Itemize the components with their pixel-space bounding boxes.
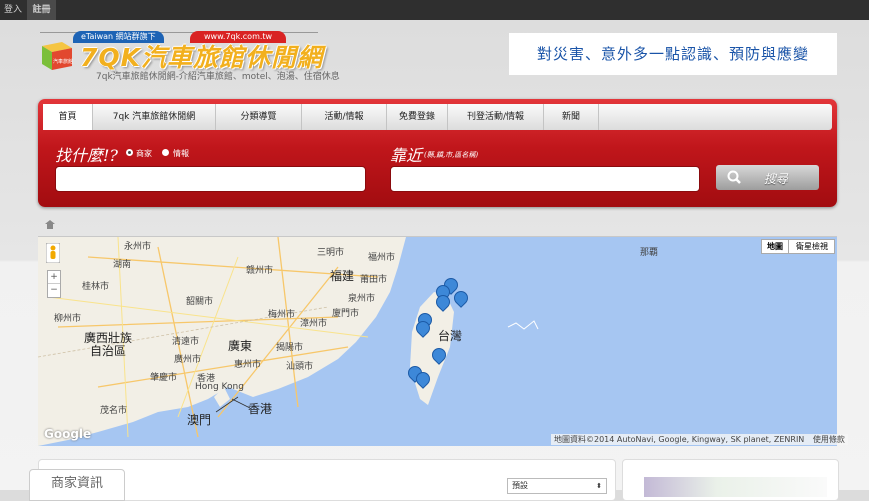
- logo-box-text: 汽車旅館: [53, 59, 74, 65]
- pegman-icon[interactable]: [45, 242, 61, 267]
- radio-shop-label: 商家: [136, 149, 152, 158]
- radio-info[interactable]: [162, 149, 169, 156]
- register-link[interactable]: 註冊: [27, 0, 56, 20]
- map-label-jieyang: 揭陽市: [276, 343, 304, 353]
- sort-select[interactable]: 預設 ⬍: [507, 478, 607, 494]
- map-label-xianggang: 香港: [248, 402, 273, 416]
- map-label-ganzhou: 赣州市: [246, 266, 274, 276]
- logo-icon[interactable]: 汽車旅館: [40, 34, 74, 72]
- radio-info-label: 情報: [173, 149, 189, 158]
- main-nav: 首頁 7qk 汽車旅館休閒網 分類導覽 活動/情報 免費登錄 刊登活動/情報 新…: [43, 104, 832, 130]
- map-label-hongkong: Hong Kong: [195, 382, 244, 392]
- map-label-yongzhou: 永州市: [124, 242, 152, 252]
- tab-shop-info[interactable]: 商家資訊: [29, 469, 125, 501]
- search-near-hint: (縣,鎮,市,區名稱): [424, 151, 479, 159]
- map-type-map-button[interactable]: 地圖: [762, 240, 789, 253]
- map-label-shaoguan: 韶關市: [186, 297, 214, 307]
- map-label-hunan: 湖南: [113, 260, 132, 270]
- nav-events[interactable]: 活動/情報: [302, 104, 387, 130]
- nav-7qk[interactable]: 7qk 汽車旅館休閒網: [93, 104, 216, 130]
- nav-news[interactable]: 新聞: [544, 104, 599, 130]
- map-label-shantou: 汕頭市: [286, 362, 314, 372]
- sort-select-value: 預設: [512, 481, 528, 490]
- map-type-control: 地圖 衛星檢視: [761, 239, 835, 254]
- map[interactable]: 永州市 湖南 赣州市 三明市 福州市 福建 莆田市 泉州市 韶關市 桂林市 廈門…: [38, 236, 837, 446]
- map-label-quanzhou: 泉州市: [348, 294, 376, 304]
- map-terms-link[interactable]: 使用條款: [813, 435, 845, 444]
- home-icon[interactable]: [45, 214, 55, 233]
- google-logo[interactable]: Google: [44, 427, 91, 441]
- chevron-updown-icon: ⬍: [596, 482, 602, 490]
- map-label-naha: 那覇: [640, 248, 659, 258]
- map-attribution: 地圖資料©2014 AutoNavi, Google, Kingway, SK …: [551, 434, 848, 445]
- map-label-taiwan: 台灣: [438, 329, 463, 343]
- login-link[interactable]: 登入: [0, 0, 26, 20]
- map-label-sanming: 三明市: [317, 248, 345, 258]
- map-label-meizhou: 梅州市: [268, 310, 296, 320]
- search-keyword-input[interactable]: [55, 166, 366, 192]
- map-label-xiamen: 廈門市: [332, 309, 360, 319]
- search-button-label: 搜尋: [764, 172, 789, 186]
- map-label-guangzhou: 廣州市: [174, 355, 202, 365]
- map-label-fuzhou: 福州市: [368, 253, 396, 263]
- map-label-liuzhou: 柳州市: [54, 314, 82, 324]
- nav-home[interactable]: 首頁: [43, 104, 93, 130]
- zoom-control: + −: [47, 270, 61, 298]
- site-subtitle: 7qk汽車旅館休閒網-介紹汽車旅館、motel、泡湯、住宿休息: [96, 72, 340, 82]
- map-label-macau: 澳門: [187, 413, 212, 427]
- map-label-fujian: 福建: [330, 269, 355, 283]
- map-label-putian: 莆田市: [360, 275, 388, 285]
- map-label-qingyuan: 清遠市: [172, 337, 200, 347]
- promo-banner[interactable]: 對災害、意外多一點認識、預防與應變: [509, 33, 837, 75]
- map-label-zhangzhou: 漳州市: [300, 319, 328, 329]
- map-label-zizhi: 自治區: [90, 344, 127, 358]
- radio-shop[interactable]: [126, 149, 133, 156]
- search-location-input[interactable]: [390, 166, 700, 192]
- map-label-guangdong: 廣東: [228, 339, 253, 353]
- nav-post-event[interactable]: 刊登活動/情報: [448, 104, 544, 130]
- zoom-in-button[interactable]: +: [48, 271, 60, 284]
- nav-categories[interactable]: 分類導覽: [216, 104, 302, 130]
- map-type-satellite-button[interactable]: 衛星檢視: [790, 240, 834, 253]
- top-bar: 登入 註冊: [0, 0, 869, 20]
- search-what-label: 找什麼!?: [55, 146, 119, 165]
- side-image[interactable]: [644, 477, 827, 497]
- map-attribution-text: 地圖資料©2014 AutoNavi, Google, Kingway, SK …: [554, 435, 805, 444]
- nav-free-register[interactable]: 免費登錄: [387, 104, 448, 130]
- magnifier-icon: [726, 169, 748, 185]
- search-near-label: 靠近: [390, 146, 423, 165]
- search-button[interactable]: 搜尋: [716, 165, 819, 190]
- map-label-guilin: 桂林市: [82, 282, 110, 292]
- map-label-huizhou: 惠州市: [234, 360, 262, 370]
- map-label-maoming: 茂名市: [100, 406, 128, 416]
- map-label-zhaoqing: 肇慶市: [150, 373, 178, 383]
- zoom-out-button[interactable]: −: [48, 284, 60, 296]
